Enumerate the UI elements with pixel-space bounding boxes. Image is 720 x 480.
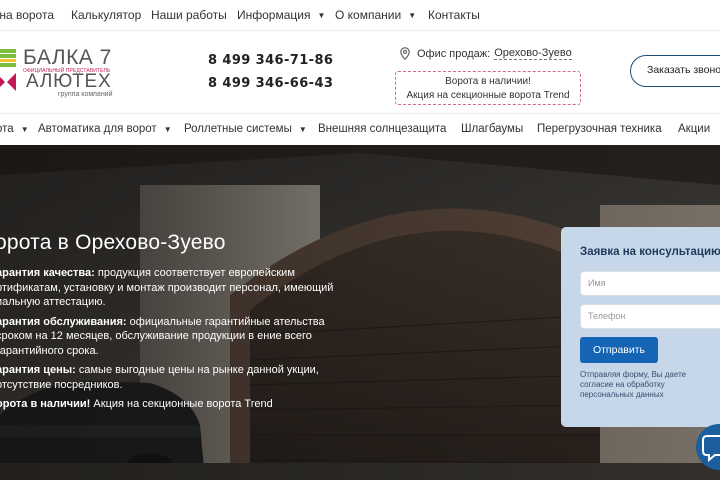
catnav-item-loading-equipment[interactable]: Перегрузочная техника [537,123,662,135]
site-header: БАЛКА 7 ОФИЦИАЛЬНЫЙ ПРЕДСТАВИТЕЛЬ АЛЮТЕХ… [0,30,720,113]
catnav-item-label: Перегрузочная техника [537,123,662,135]
feature-heading: арантия обслуживания: [0,315,127,328]
company-logo[interactable]: БАЛКА 7 ОФИЦИАЛЬНЫЙ ПРЕДСТАВИТЕЛЬ АЛЮТЕХ… [0,47,126,103]
catnav-item-label: Акции [678,123,711,135]
topnav-item-label: Калькулятор [71,8,142,22]
catnav-item-promotions[interactable]: Акции [678,123,710,135]
chat-bubble-icon [702,435,720,463]
category-navigation: ота ▼ Автоматика для ворот ▼ Роллетные сис… [0,113,720,145]
hero-section: орота в Орехово-Зуево арантия качества: … [0,145,720,480]
logo-title: БАЛКА 7 [23,46,112,69]
city-selector[interactable]: Орехово-Зуево [494,47,572,60]
topnav-item-our-works[interactable]: Наши работы [151,8,227,22]
feature-list: арантия качества: продукция соответствуе… [0,266,346,417]
promo-line-offer: Акция на секционные ворота Trend [406,90,570,101]
phone-link-1[interactable]: 8 499 346-71-86 [208,53,333,68]
catnav-item-label: Роллетные системы [184,123,292,135]
feature-heading: орота в наличии! [0,398,91,410]
caret-down-icon: ▼ [408,10,417,20]
phone-input[interactable]: Телефон [580,304,720,329]
topnav-item-about[interactable]: О компании ▼ [335,8,416,22]
consent-text: Отправляя форму, Вы даете согласие на об… [580,370,687,399]
topnav-item-label: Контакты [428,8,480,22]
logo-stripes-icon [0,49,16,67]
feature-heading: арантия качества: [0,267,95,279]
topnav-item-label: О компании [335,8,402,22]
feature-service: арантия обслуживания: официальные гарант… [0,315,346,359]
request-call-button[interactable]: Заказать звонок [630,55,720,87]
topnav-item-contacts[interactable]: Контакты [428,8,480,22]
submit-button[interactable]: Отправить [580,337,658,363]
feature-text: Акция на секционные ворота Trend [90,398,273,410]
feature-quality: арантия качества: продукция соответствуе… [0,266,346,310]
phone-numbers: 8 499 346-71-86 8 499 346-66-43 [208,53,333,99]
location-pin-icon [400,47,410,60]
topnav-item-information[interactable]: Информация ▼ [237,8,325,22]
catnav-item-label: ота [0,123,14,135]
topnav-item-prices[interactable]: на ворота [0,8,54,22]
topnav-item-label: на ворота [0,8,55,22]
topnav-item-calculator[interactable]: Калькулятор [71,8,141,22]
promo-box[interactable]: Ворота в наличии! Акция на секционные во… [395,71,581,105]
caret-down-icon: ▼ [163,124,172,134]
caret-down-icon: ▼ [298,124,307,134]
form-title: Заявка на консультацию [580,246,720,258]
sales-office: Офис продаж: Орехово-Зуево [400,47,572,60]
chat-button[interactable] [696,424,720,470]
feature-price: арантия цены: самые выгодные цены на рын… [0,363,346,392]
phone-link-2[interactable]: 8 499 346-66-43 [208,76,333,91]
logo-brand: АЛЮТЕХ [26,71,112,92]
consultation-form: Заявка на консультацию Имя Телефон Отпра… [561,227,720,427]
feature-stock: орота в наличии! Акция на секционные вор… [0,397,346,412]
feature-heading: арантия цены: [0,364,76,376]
logo-triangles-icon [0,73,16,91]
topnav-item-label: Наши работы [151,8,227,22]
logo-group-caption: группа компаний [58,91,113,98]
hero-title: орота в Орехово-Зуево [0,231,226,254]
catnav-item-label: Автоматика для ворот [38,123,157,135]
promo-line-stock: Ворота в наличии! [445,76,531,87]
caret-down-icon: ▼ [20,124,29,134]
office-label: Офис продаж: [417,47,491,60]
topnav-item-label: Информация [237,8,311,22]
catnav-item-barriers[interactable]: Шлагбаумы [461,123,523,135]
catnav-item-gates[interactable]: ота ▼ [0,123,29,135]
catnav-item-automation[interactable]: Автоматика для ворот ▼ [38,123,172,135]
top-navigation: на ворота Калькулятор Наши работы Информ… [0,0,720,30]
catnav-item-sun-protection[interactable]: Внешняя солнцезащита [318,123,446,135]
catnav-item-label: Внешняя солнцезащита [318,123,447,135]
name-input[interactable]: Имя [580,271,720,296]
catnav-item-label: Шлагбаумы [461,123,524,135]
catnav-item-roller-systems[interactable]: Роллетные системы ▼ [184,123,307,135]
caret-down-icon: ▼ [317,10,326,20]
